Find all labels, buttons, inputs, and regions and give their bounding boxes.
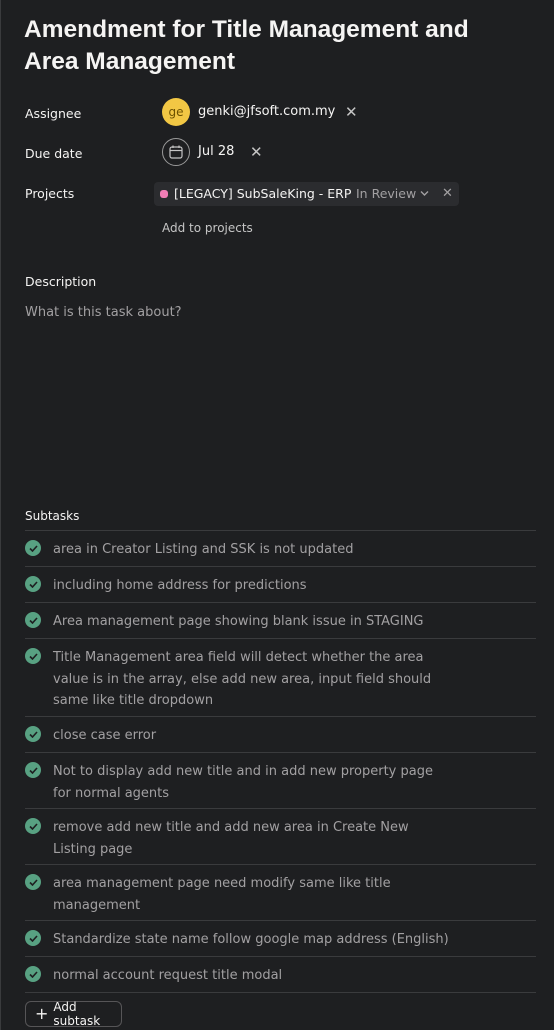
subtask-row[interactable]: including home address for predictions [25, 567, 536, 603]
project-status[interactable]: In Review [356, 186, 416, 201]
projects-label: Projects [25, 186, 75, 201]
check-icon[interactable] [25, 762, 41, 778]
calendar-icon[interactable] [162, 138, 190, 166]
project-name[interactable]: [LEGACY] SubSaleKing - ERP [174, 186, 351, 201]
subtask-row[interactable]: area in Creator Listing and SSK is not u… [25, 531, 536, 567]
subtask-list: area in Creator Listing and SSK is not u… [25, 530, 536, 993]
subtask-text[interactable]: normal account request title modal [53, 965, 453, 987]
calendar-glyph [169, 145, 183, 159]
subtask-row[interactable]: area management page need modify same li… [25, 865, 536, 921]
project-chip[interactable]: [LEGACY] SubSaleKing - ERP In Review ✕ [154, 182, 459, 206]
remove-project-button[interactable]: ✕ [442, 186, 453, 201]
subtask-row[interactable]: normal account request title modal [25, 957, 536, 993]
check-icon[interactable] [25, 648, 41, 664]
remove-assignee-button[interactable]: ✕ [345, 104, 358, 120]
subtask-row[interactable]: remove add new title and add new area in… [25, 809, 536, 865]
due-date-label: Due date [25, 146, 83, 161]
description-input[interactable]: What is this task about? [25, 305, 182, 320]
avatar-initials: ge [168, 105, 184, 119]
subtasks-label: Subtasks [25, 509, 80, 523]
add-subtask-label: Add subtask [53, 1000, 101, 1028]
subtask-row[interactable]: Title Management area field will detect … [25, 639, 536, 717]
remove-due-date-button[interactable]: ✕ [250, 144, 263, 160]
plus-icon: + [35, 1004, 49, 1023]
check-icon[interactable] [25, 966, 41, 982]
subtask-row[interactable]: Not to display add new title and in add … [25, 753, 536, 809]
subtask-text[interactable]: Standardize state name follow google map… [53, 929, 453, 951]
add-to-projects-button[interactable]: Add to projects [162, 221, 253, 235]
check-icon[interactable] [25, 576, 41, 592]
check-icon[interactable] [25, 726, 41, 742]
check-icon[interactable] [25, 930, 41, 946]
subtask-text[interactable]: including home address for predictions [53, 575, 453, 597]
subtask-row[interactable]: Standardize state name follow google map… [25, 921, 536, 957]
add-subtask-button[interactable]: + Add subtask [25, 1000, 122, 1028]
check-icon[interactable] [25, 612, 41, 628]
description-label: Description [25, 274, 97, 289]
check-icon[interactable] [25, 540, 41, 556]
avatar[interactable]: ge [162, 98, 190, 126]
subtask-text[interactable]: remove add new title and add new area in… [53, 817, 453, 860]
subtask-text[interactable]: close case error [53, 725, 453, 747]
subtask-text[interactable]: Area management page showing blank issue… [53, 611, 453, 633]
assignee-label: Assignee [25, 106, 82, 121]
subtask-row[interactable]: Area management page showing blank issue… [25, 603, 536, 639]
project-color-dot [160, 190, 168, 198]
chevron-down-icon[interactable] [420, 190, 429, 197]
subtask-text[interactable]: Title Management area field will detect … [53, 647, 453, 712]
subtask-row[interactable]: close case error [25, 717, 536, 753]
subtask-text[interactable]: area management page need modify same li… [53, 873, 453, 916]
due-date-value[interactable]: Jul 28 [198, 144, 234, 159]
check-icon[interactable] [25, 874, 41, 890]
subtask-text[interactable]: Not to display add new title and in add … [53, 761, 453, 804]
check-icon[interactable] [25, 818, 41, 834]
assignee-email[interactable]: genki@jfsoft.com.my [198, 104, 335, 119]
task-title[interactable]: Amendment for Title Management and Area … [24, 14, 524, 78]
subtask-text[interactable]: area in Creator Listing and SSK is not u… [53, 539, 453, 561]
